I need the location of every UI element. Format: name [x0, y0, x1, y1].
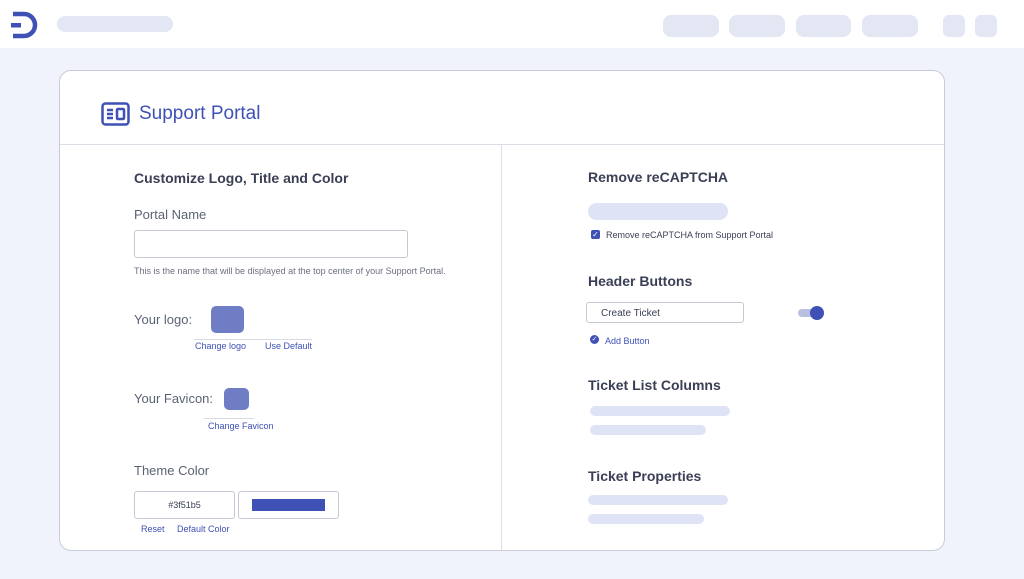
header-buttons-title: Header Buttons: [588, 273, 693, 289]
add-button-link[interactable]: Add Button: [605, 336, 650, 346]
ticket-list-placeholder-bar: [590, 425, 706, 435]
section-title-customize: Customize Logo, Title and Color: [134, 170, 349, 186]
breadcrumb-placeholder: [57, 16, 173, 32]
top-bar: [0, 0, 1024, 48]
ticket-properties-placeholder-bar: [588, 514, 704, 524]
d-logo-icon[interactable]: [10, 11, 40, 39]
header-button-value: Create Ticket: [601, 308, 660, 319]
page-title: Support Portal: [139, 103, 261, 124]
icon-button-placeholder[interactable]: [975, 15, 997, 37]
use-default-logo-link[interactable]: Use Default: [265, 341, 312, 351]
ticket-properties-placeholder-bar: [588, 495, 728, 505]
portal-name-input[interactable]: [134, 230, 408, 258]
ticket-properties-title: Ticket Properties: [588, 468, 702, 484]
favicon-preview[interactable]: [224, 388, 249, 410]
header-button-input[interactable]: Create Ticket: [586, 302, 744, 323]
ticket-list-columns-title: Ticket List Columns: [588, 377, 721, 393]
theme-hex-input[interactable]: #3f51b5: [134, 491, 235, 519]
portal-layout-icon: [101, 102, 130, 126]
nav-item-placeholder[interactable]: [862, 15, 918, 37]
favicon-label: Your Favicon:: [134, 391, 214, 406]
theme-color-swatch: [252, 499, 325, 511]
icon-button-placeholder[interactable]: [943, 15, 965, 37]
portal-name-label: Portal Name: [134, 207, 207, 222]
logo-preview[interactable]: [211, 306, 244, 333]
settings-card: Support Portal Customize Logo, Title and…: [59, 70, 945, 551]
recaptcha-placeholder-bar: [588, 203, 728, 220]
portal-name-help: This is the name that will be displayed …: [134, 266, 446, 276]
column-divider: [501, 144, 502, 550]
recaptcha-checkbox[interactable]: ✓: [591, 230, 600, 239]
reset-color-link[interactable]: Reset: [141, 524, 165, 534]
nav-item-placeholder[interactable]: [796, 15, 851, 37]
default-color-link[interactable]: Default Color: [177, 524, 230, 534]
logo-label: Your logo:: [134, 312, 193, 327]
logo-divider: [194, 339, 312, 340]
toggle-knob[interactable]: [810, 306, 824, 320]
change-favicon-link[interactable]: Change Favicon: [208, 421, 274, 431]
nav-item-placeholder[interactable]: [663, 15, 719, 37]
change-logo-link[interactable]: Change logo: [195, 341, 246, 351]
ticket-list-placeholder-bar: [590, 406, 730, 416]
theme-color-picker[interactable]: [238, 491, 339, 519]
check-circle-icon: ✓: [590, 335, 599, 344]
nav-item-placeholder[interactable]: [729, 15, 785, 37]
theme-hex-value: #3f51b5: [168, 500, 201, 510]
card-header: Support Portal: [60, 71, 944, 145]
recaptcha-title: Remove reCAPTCHA: [588, 169, 729, 185]
recaptcha-checkbox-label: Remove reCAPTCHA from Support Portal: [606, 230, 774, 240]
theme-color-label: Theme Color: [134, 463, 210, 478]
favicon-divider: [204, 418, 254, 419]
